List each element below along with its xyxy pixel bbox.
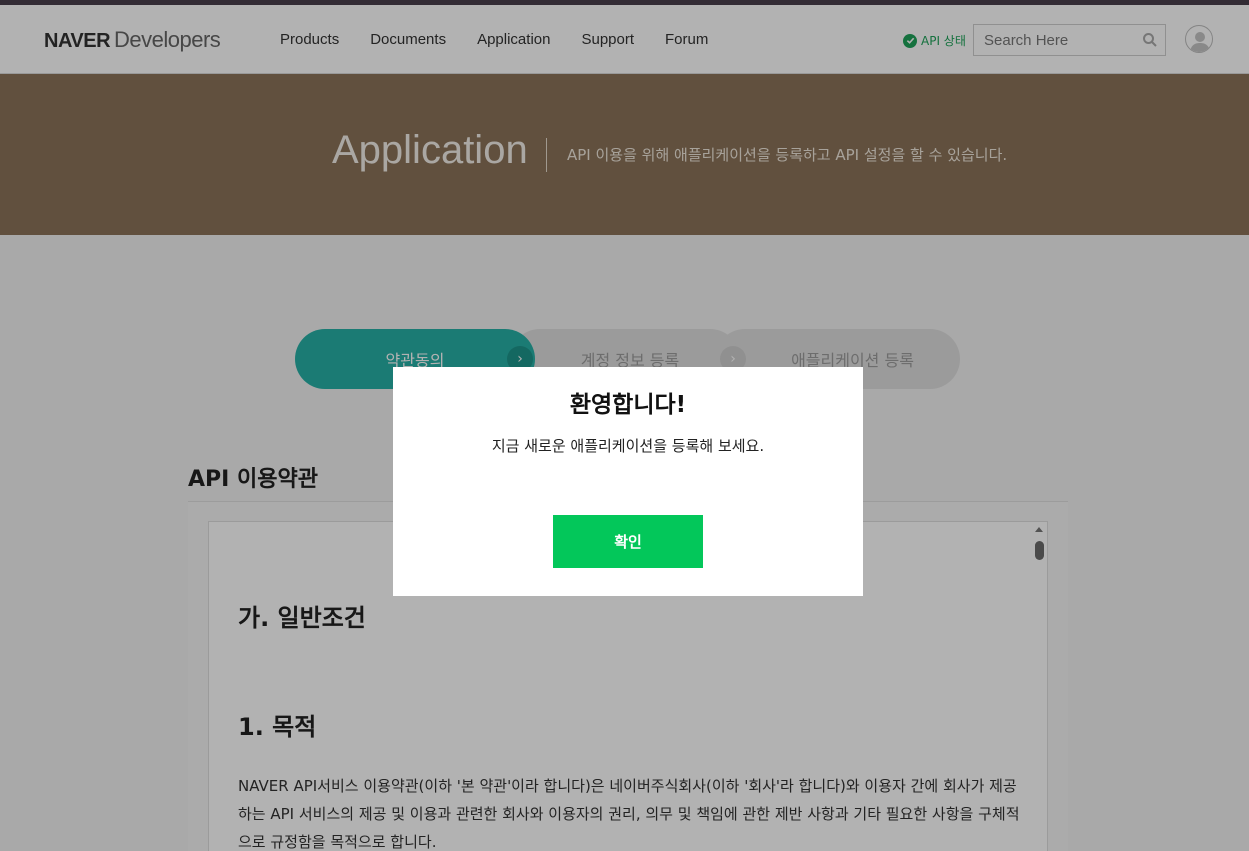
dialog-message: 지금 새로운 애플리케이션을 등록해 보세요. — [491, 437, 765, 455]
welcome-dialog: 환영합니다! 지금 새로운 애플리케이션을 등록해 보세요. 확인 — [393, 367, 863, 596]
confirm-button[interactable]: 확인 — [553, 515, 703, 568]
dialog-title: 환영합니다! — [569, 392, 687, 418]
